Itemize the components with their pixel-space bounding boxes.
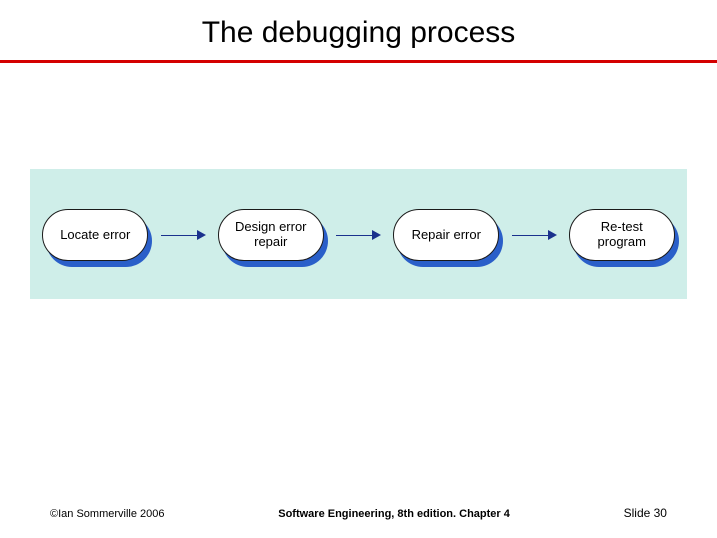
footer-book-ref: Software Engineering, 8th edition. Chapt… <box>278 508 510 520</box>
process-flow: Locate error Design error repair Repair … <box>30 209 687 261</box>
arrow-icon <box>161 230 206 240</box>
footer-slide-number: Slide 30 <box>624 506 667 520</box>
arrow-icon <box>512 230 557 240</box>
node-label: Design error repair <box>218 209 324 261</box>
slide-footer: ©Ian Sommerville 2006 Software Engineeri… <box>0 506 717 520</box>
slide-title: The debugging process <box>0 16 717 60</box>
diagram-background: Locate error Design error repair Repair … <box>30 169 687 299</box>
node-design-repair: Design error repair <box>218 209 324 261</box>
slide: The debugging process Locate error Desig… <box>0 0 717 538</box>
node-retest-program: Re-test program <box>569 209 675 261</box>
arrow-icon <box>336 230 381 240</box>
title-block: The debugging process <box>0 0 717 63</box>
node-locate-error: Locate error <box>42 209 148 261</box>
node-label: Repair error <box>393 209 499 261</box>
slide-content: Locate error Design error repair Repair … <box>0 63 717 538</box>
node-label: Locate error <box>42 209 148 261</box>
node-repair-error: Repair error <box>393 209 499 261</box>
node-label: Re-test program <box>569 209 675 261</box>
footer-copyright: ©Ian Sommerville 2006 <box>50 508 165 520</box>
